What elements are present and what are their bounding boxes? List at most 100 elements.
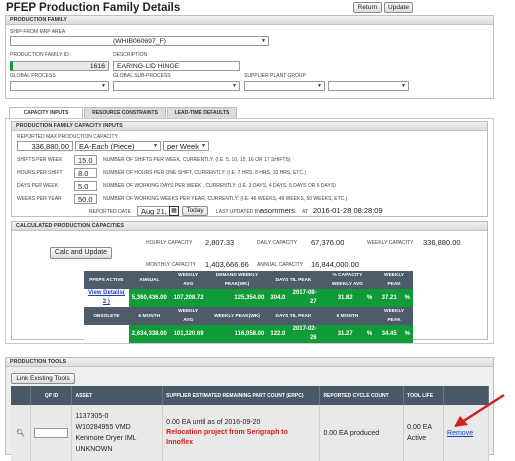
chevron-down-icon: ▼: [153, 143, 158, 149]
today-button[interactable]: Today: [182, 206, 208, 216]
capacity-header-row-2: OBSOLETE 6 MONTH WEEKLY AVG WEEKLY PEAK(…: [84, 307, 413, 325]
supplier-plant-group-select-2[interactable]: ▼: [328, 81, 409, 91]
global-subprocess-select[interactable]: ▼: [113, 81, 240, 91]
days-per-week-label: DAYS PER WEEK: [17, 183, 59, 189]
chevron-down-icon: ▼: [201, 143, 206, 149]
weeks-per-year-field[interactable]: 50.0: [74, 194, 97, 204]
monthly-capacity-value: 1,403,666.66: [205, 260, 249, 269]
uom-select[interactable]: EA-Each (Piece) ▼: [75, 141, 161, 151]
six-month-pct-avg: 31.27: [319, 325, 356, 343]
days-per-week-desc: NUMBER OF WORKING DAYS PER WEEK , CURREN…: [103, 183, 336, 189]
capacity-header-row-1: PFEPS ACTIVE ANNUAL WEEKLY AVG DEMAND WE…: [84, 271, 413, 289]
view-details-link[interactable]: View Details( 2 ): [88, 290, 125, 305]
asset-line-3: Kenmore Dryer IML: [75, 435, 137, 442]
annual-capacity-value: 16,844,000.00: [311, 260, 359, 269]
annual-value: 5,360,436.00: [128, 289, 170, 307]
last-updated-by-label: LAST UPDATED BY:: [216, 209, 263, 215]
six-month-pct-avg-sign: %: [355, 325, 376, 343]
tab-lead-time-defaults[interactable]: LEAD-TIME DEFAULTS: [167, 107, 237, 118]
global-process-label: GLOBAL PROCESS: [10, 73, 56, 79]
ship-from-value: (WHIB060697_F): [113, 38, 166, 45]
col-days-til-peak-2: DAYS TIL PEAK: [267, 307, 320, 325]
relocation-note: Relocation project from Serigraph to Inn…: [166, 429, 288, 446]
chevron-down-icon: ▼: [401, 83, 406, 89]
pfeps-active-label: PFEPS ACTIVE: [84, 271, 129, 289]
annual-capacity-label: ANNUAL CAPACITY: [257, 262, 304, 268]
supplier-plant-group-label: SUPPLIER PLANT GROUP: [244, 73, 306, 79]
return-button[interactable]: Return: [353, 2, 382, 13]
qp-id-input[interactable]: [34, 428, 69, 438]
calculated-capacities-header: CALCULATED PRODUCTION CAPACITIES: [12, 222, 487, 231]
tool-life-value: 0.00 EA: [407, 424, 433, 431]
annual-pct-peak: 37.21: [375, 289, 400, 307]
col-tool-life: TOOL LIFE: [403, 386, 445, 405]
ship-from-select[interactable]: (WHIB060697_F) ▼: [10, 36, 269, 46]
tools-table: QP ID ASSET SUPPLIER ESTIMATED REMAINING…: [11, 386, 489, 461]
six-month-value: 2,634,338.00: [128, 325, 170, 343]
search-icon[interactable]: 🔍︎: [16, 430, 25, 437]
update-button[interactable]: Update: [384, 2, 413, 13]
shifts-per-week-label: SHIFTS PER WEEK: [17, 157, 63, 163]
annual-pct-peak-sign: %: [399, 289, 413, 307]
days-per-week-field[interactable]: 5.0: [74, 181, 97, 191]
rmc-field[interactable]: 336,880.00: [17, 141, 73, 151]
page-title: PFEP Production Family Details: [6, 2, 181, 14]
six-month-pct-peak-sign: %: [399, 325, 413, 343]
col-magnifier: [11, 386, 32, 405]
global-process-select[interactable]: ▼: [10, 81, 109, 91]
hourly-capacity-value: 2,807.33: [205, 238, 235, 247]
reported-cycle-count-value: 0.00 EA produced: [319, 405, 405, 461]
six-month-weekly-peak: 116,058.00: [206, 325, 268, 343]
period-select[interactable]: per Week ▼: [163, 141, 209, 151]
remove-link[interactable]: Remove: [447, 430, 473, 437]
daily-capacity-value: 67,376.00: [311, 238, 345, 247]
period-value: per Week: [167, 142, 199, 151]
col-weekly-peak-wk: WEEKLY PEAK(WK): [206, 307, 268, 325]
daily-capacity-label: DAILY CAPACITY: [257, 240, 298, 246]
col-weekly-avg: WEEKLY AVG: [169, 271, 207, 289]
col-annual: ANNUAL: [128, 271, 170, 289]
col-weekly-peak: WEEKLY PEAK: [375, 271, 413, 289]
shifts-per-week-field[interactable]: 15.0: [74, 155, 97, 165]
pf-id-field: 1616: [10, 61, 109, 71]
annual-weekly-avg: 107,208.72: [169, 289, 207, 307]
hours-per-shift-field[interactable]: 8.0: [74, 168, 97, 178]
annual-pct-avg-sign: %: [355, 289, 376, 307]
at-label: AT: [302, 209, 309, 215]
capacity-row-annual: View Details( 2 ) 5,360,436.00 107,208.7…: [84, 289, 413, 307]
six-month-peak-date: 2017-02-26: [288, 325, 320, 343]
shifts-per-week-desc: NUMBER OF SHIFTS PER WEEK, CURRENTLY: (I…: [103, 157, 291, 163]
tool-row: 🔍︎ 1137305-0 W10284955 VMD Kenmore Dryer…: [11, 405, 489, 461]
col-6-month-pct: 6 MONTH: [319, 307, 376, 325]
col-reported-cycle-count: REPORTED CYCLE COUNT: [319, 386, 405, 405]
chevron-down-icon: ▼: [101, 83, 106, 89]
hours-per-shift-label: HOURS PER SHIFT: [17, 170, 63, 176]
col-erpc: SUPPLIER ESTIMATED REMAINING PART COUNT …: [162, 386, 321, 405]
ship-from-label: SHIP-FROM MRP AREA: [10, 29, 66, 35]
tab-capacity-inputs[interactable]: CAPACITY INPUTS: [9, 107, 83, 118]
calendar-icon[interactable]: ▦: [169, 206, 179, 216]
description-field[interactable]: EARING-LID HINGE: [113, 61, 240, 71]
annual-peak-date: 2017-08-27: [288, 289, 320, 307]
six-month-weekly-avg: 101,320.69: [169, 325, 207, 343]
production-tools-header: PRODUCTION TOOLS: [6, 358, 493, 367]
supplier-plant-group-select[interactable]: ▼: [244, 81, 325, 91]
weekly-capacity-label: WEEKLY CAPACITY: [367, 240, 414, 246]
last-updated-by-value: asommers: [260, 206, 296, 215]
col-qp-id: QP ID: [30, 386, 73, 405]
rmc-label: REPORTED MAX PRODUCTION CAPACITY: [17, 134, 118, 140]
asset-line-2: W10284955 VMD: [75, 424, 131, 431]
asset-line-1: 1137305-0: [75, 413, 109, 420]
hourly-capacity-label: HOURLY CAPACITY: [146, 240, 193, 246]
last-updated-at-value: 2016-01-28 08:28:09: [313, 206, 383, 215]
col-demand-peak: DEMAND WEEKLY PEAK(WK): [206, 271, 268, 289]
annual-pct-avg: 31.82: [319, 289, 356, 307]
calc-and-update-button[interactable]: Calc and Update: [50, 247, 112, 259]
hours-per-shift-desc: NUMBER OF HOURS PER ONE SHIFT, CURRENTLY…: [103, 170, 306, 176]
six-month-pct-peak: 34.45: [375, 325, 400, 343]
six-month-days-til-peak: 122.0: [267, 325, 289, 343]
tab-resource-constraints[interactable]: RESOURCE CONSTRAINTS: [84, 107, 166, 118]
production-family-header: PRODUCTION FAMILY: [6, 16, 493, 25]
col-weekly-peak-2: WEEKLY PEAK: [375, 307, 413, 325]
link-existing-tools-button[interactable]: Link Existing Tools: [11, 373, 75, 384]
